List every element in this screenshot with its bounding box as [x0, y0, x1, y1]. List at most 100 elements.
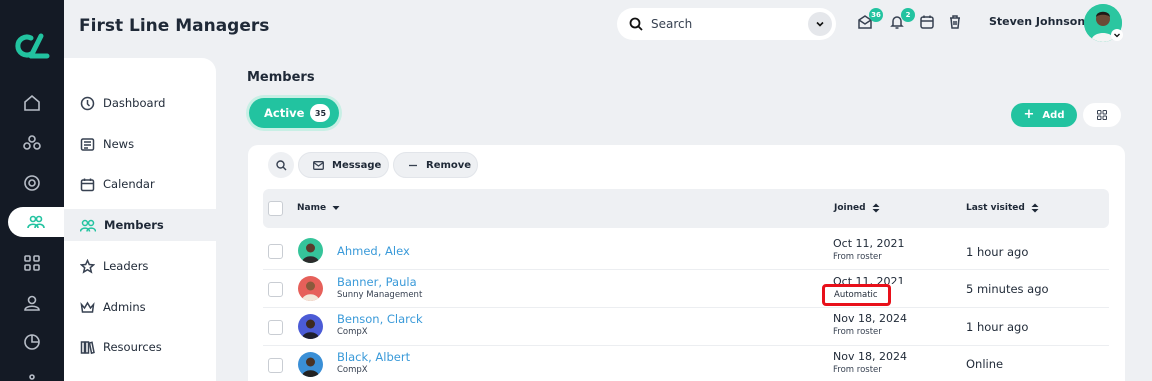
- search-label: Search: [651, 17, 693, 31]
- crown-icon: [80, 301, 95, 313]
- subnav-item-calendar[interactable]: Calendar: [64, 168, 216, 200]
- column-joined-label: Joined: [834, 203, 866, 213]
- tab-active-label: Active: [264, 106, 305, 120]
- trash-icon[interactable]: [947, 14, 965, 32]
- joined-source: From roster: [833, 252, 882, 262]
- avatar[interactable]: [298, 276, 323, 301]
- search-icon: [275, 159, 286, 170]
- joined-date: Oct 11, 2021: [833, 275, 905, 284]
- last-visited: 5 minutes ago: [966, 282, 1049, 296]
- add-label: Add: [1042, 109, 1065, 121]
- top-header: First Line Managers Search 36 2 Steven J…: [64, 0, 1152, 56]
- messages-badge: 36: [869, 8, 883, 22]
- notifications-icon[interactable]: 2: [889, 8, 915, 32]
- members-rail-icon[interactable]: [8, 207, 64, 237]
- column-joined-header[interactable]: Joined: [834, 203, 880, 213]
- sort-icon: [1031, 203, 1039, 213]
- member-org: CompX: [337, 327, 368, 337]
- chevron-down-icon[interactable]: [808, 12, 832, 36]
- app-logo[interactable]: [11, 30, 53, 60]
- more-rail-icon[interactable]: [20, 368, 44, 381]
- pie-chart-icon[interactable]: [20, 330, 44, 354]
- section-sidebar: Dashboard News Calendar Members Leaders …: [64, 58, 216, 381]
- subnav-item-dashboard[interactable]: Dashboard: [64, 87, 216, 119]
- plus-icon: +: [1023, 107, 1035, 122]
- joined-date: Nov 18, 2024: [833, 312, 907, 325]
- search-bar[interactable]: Search: [617, 8, 836, 40]
- message-label: Message: [332, 159, 382, 171]
- user-name[interactable]: Steven Johnson: [989, 15, 1085, 28]
- member-name[interactable]: Benson, Clarck: [337, 312, 423, 326]
- member-org: Sunny Management: [337, 290, 423, 300]
- messages-icon[interactable]: 36: [857, 8, 883, 32]
- avatar[interactable]: [298, 352, 323, 377]
- app-rail: [0, 0, 64, 381]
- mail-icon: [313, 160, 324, 170]
- row-checkbox[interactable]: [268, 244, 283, 259]
- subnav-label: News: [103, 137, 135, 151]
- member-name[interactable]: Banner, Paula: [337, 275, 417, 289]
- section-title: Members: [247, 70, 315, 85]
- tab-active[interactable]: Active 35: [249, 98, 339, 128]
- calendar-icon[interactable]: [919, 14, 937, 32]
- star-icon: [80, 258, 95, 274]
- user-icon[interactable]: [20, 291, 44, 315]
- joined-source: From roster: [833, 365, 882, 375]
- books-icon: [80, 340, 95, 354]
- joined-source: Automatic: [834, 290, 878, 300]
- subnav-item-resources[interactable]: Resources: [64, 331, 216, 363]
- home-icon[interactable]: [20, 91, 44, 115]
- avatar[interactable]: [298, 314, 323, 339]
- last-visited: 1 hour ago: [966, 245, 1029, 259]
- members-icon: [80, 219, 96, 232]
- row-checkbox[interactable]: [268, 282, 283, 297]
- target-icon[interactable]: [20, 171, 44, 195]
- member-name[interactable]: Ahmed, Alex: [337, 244, 410, 258]
- table-search-button[interactable]: [268, 152, 294, 178]
- subnav-label: Dashboard: [103, 96, 166, 110]
- subnav-item-news[interactable]: News: [64, 128, 216, 160]
- search-icon: [629, 17, 643, 31]
- sort-down-icon: [332, 206, 340, 210]
- apps-icon[interactable]: [20, 251, 44, 275]
- subnav-item-members[interactable]: Members: [64, 209, 216, 241]
- message-button[interactable]: Message: [298, 152, 389, 178]
- remove-label: Remove: [426, 159, 472, 171]
- subnav-label: Resources: [103, 340, 162, 354]
- calendar-icon: [80, 178, 95, 191]
- joined-date: Oct 11, 2021: [833, 237, 905, 250]
- grid-icon: [1097, 110, 1107, 120]
- member-org: CompX: [337, 365, 368, 375]
- groups-icon[interactable]: [20, 131, 44, 155]
- add-member-button[interactable]: + Add: [1011, 103, 1077, 127]
- column-last-visited-label: Last visited: [966, 203, 1025, 213]
- row-checkbox[interactable]: [268, 358, 283, 373]
- subnav-label: Calendar: [103, 177, 155, 191]
- grid-view-button[interactable]: [1083, 103, 1121, 127]
- sort-icon: [872, 203, 880, 213]
- row-checkbox[interactable]: [268, 320, 283, 335]
- avatar[interactable]: [298, 238, 323, 263]
- member-name[interactable]: Black, Albert: [337, 350, 410, 364]
- column-name-header[interactable]: Name: [297, 203, 340, 213]
- minus-icon: [409, 164, 417, 166]
- joined-date: Nov 18, 2024: [833, 350, 907, 363]
- joined-source-highlight: Automatic: [822, 284, 891, 306]
- subnav-label: Members: [104, 218, 164, 232]
- subnav-label: Leaders: [103, 259, 149, 273]
- subnav-item-leaders[interactable]: Leaders: [64, 250, 216, 282]
- notifications-badge: 2: [901, 8, 915, 22]
- column-last-visited-header[interactable]: Last visited: [966, 203, 1039, 213]
- column-name-label: Name: [297, 203, 327, 213]
- subnav-label: Admins: [103, 300, 146, 314]
- joined-source: From roster: [833, 327, 882, 337]
- active-count-badge: 35: [310, 104, 331, 122]
- avatar-chevron-icon[interactable]: [1111, 29, 1123, 41]
- select-all-checkbox[interactable]: [268, 201, 283, 216]
- news-icon: [80, 137, 95, 151]
- page-title: First Line Managers: [79, 16, 270, 36]
- last-visited: Online: [966, 357, 1004, 371]
- remove-button[interactable]: Remove: [393, 152, 478, 178]
- last-visited: 1 hour ago: [966, 320, 1029, 334]
- subnav-item-admins[interactable]: Admins: [64, 291, 216, 323]
